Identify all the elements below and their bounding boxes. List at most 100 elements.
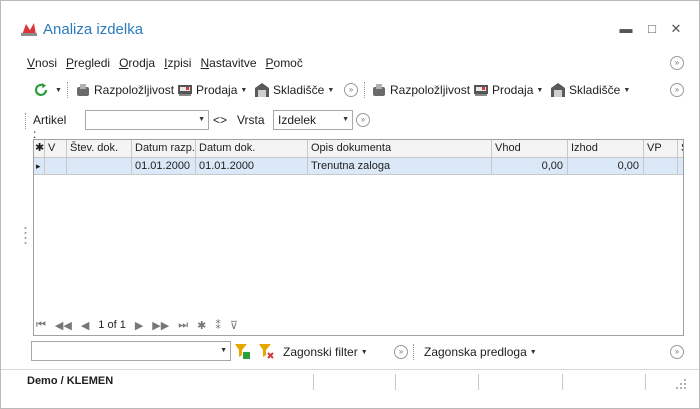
article-label: Artikel : <box>33 113 67 141</box>
chevron-down-icon: ▼ <box>360 348 368 356</box>
bottom-expand-icon[interactable]: » <box>394 345 408 359</box>
title-bar: Analiza izdelka ▬ □ ✕ <box>1 1 699 43</box>
menu-pomoc[interactable]: Pomoč <box>266 56 303 72</box>
append-icon[interactable]: ✱ <box>197 319 206 332</box>
toolbar-separator <box>67 82 68 98</box>
status-divider <box>478 374 479 390</box>
row-indicator: ▸ <box>34 158 45 175</box>
resize-grip-icon[interactable] <box>675 378 687 390</box>
warehouse-button-2[interactable]: Skladišče ▼ <box>550 80 630 100</box>
chevron-down-icon: ▼ <box>623 86 631 94</box>
app-logo-icon <box>21 23 37 36</box>
bottom-expand-icon-2[interactable]: » <box>670 345 684 359</box>
availability-button[interactable]: Razpoložljivost <box>75 80 174 100</box>
chevron-down-icon: ▼ <box>55 86 62 94</box>
apply-filter-icon[interactable] <box>234 343 250 359</box>
cell-doc-number <box>67 158 132 175</box>
column-header-v[interactable]: V <box>45 140 67 158</box>
chevron-down-icon: ▼ <box>342 116 349 123</box>
grid-header: ✱ V Štev. dok. Datum razp. Datum dok. Op… <box>34 140 683 158</box>
chevron-down-icon: ▼ <box>327 86 335 94</box>
menu-orodja[interactable]: Orodja <box>119 56 155 72</box>
cell-description: Trenutna zaloga <box>308 158 492 175</box>
chevron-down-icon: ▼ <box>198 116 205 123</box>
grid-navigator: ⏮ ◀◀ ◀ 1 of 1 ▶ ▶▶ ⏭ ✱ ⁑ ⊽ <box>36 318 247 332</box>
first-page-icon[interactable]: ⏮ <box>36 319 46 332</box>
close-button[interactable]: ✕ <box>668 21 684 37</box>
column-header-description[interactable]: Opis dokumenta <box>308 140 492 158</box>
warehouse-icon <box>255 83 269 97</box>
toolbar-expand-icon[interactable]: » <box>670 83 684 97</box>
toolbar-separator <box>413 344 414 360</box>
chevron-down-icon: ▼ <box>240 86 248 94</box>
chevron-down-icon: ▼ <box>536 86 544 94</box>
edit-icon[interactable]: ⁑ <box>215 319 221 332</box>
filter-combo[interactable]: ▼ <box>31 341 231 361</box>
template-filter-button[interactable]: Zagonski filter ▼ <box>283 342 368 362</box>
status-bar: Demo / KLEMEN <box>1 369 699 393</box>
column-header-date-available[interactable]: Datum razp. <box>132 140 196 158</box>
next-page-fast-icon[interactable]: ▶▶ <box>152 319 169 332</box>
compare-operator: <> <box>213 113 228 127</box>
page-indicator: 1 of 1 <box>98 319 126 331</box>
sales-button-2[interactable]: Prodaja ▼ <box>473 80 543 100</box>
next-page-icon[interactable]: ▶ <box>135 319 143 332</box>
menu-expand-icon[interactable]: » <box>670 56 684 70</box>
template-layout-button[interactable]: Zagonska predloga ▼ <box>424 342 537 362</box>
cell-in: 0,00 <box>492 158 568 175</box>
clear-filter-icon[interactable] <box>258 343 274 359</box>
cell-vp <box>644 158 678 175</box>
sales-button[interactable]: Prodaja ▼ <box>177 80 247 100</box>
chevron-down-icon: ▼ <box>220 347 227 354</box>
data-grid: ✱ V Štev. dok. Datum razp. Datum dok. Op… <box>33 139 684 336</box>
window-title: Analiza izdelka <box>43 21 144 38</box>
status-divider <box>645 374 646 390</box>
type-label: Vrsta <box>237 113 265 127</box>
cell-date-document: 01.01.2000 <box>196 158 308 175</box>
toolbar-expand-icon[interactable]: » <box>344 83 358 97</box>
status-divider <box>395 374 396 390</box>
column-header-doc-number[interactable]: Štev. dok. <box>67 140 132 158</box>
menu-izpisi[interactable]: Izpisi <box>164 56 191 72</box>
column-header-date-document[interactable]: Datum dok. <box>196 140 308 158</box>
table-row[interactable]: ▸ 01.01.2000 01.01.2000 Trenutna zaloga … <box>34 158 683 175</box>
status-divider <box>562 374 563 390</box>
status-divider <box>313 374 314 390</box>
refresh-button[interactable]: ▼ <box>33 80 62 100</box>
chevron-down-icon: ▼ <box>529 348 537 356</box>
hands-icon <box>77 84 89 96</box>
column-header-indicator[interactable]: ✱ <box>34 140 45 158</box>
analysis-window: Analiza izdelka ▬ □ ✕ Vnosi Pregledi Oro… <box>0 0 700 409</box>
warehouse-button[interactable]: Skladišče ▼ <box>254 80 334 100</box>
register-icon <box>474 85 488 96</box>
column-header-vp[interactable]: VP <box>644 140 678 158</box>
splitter-handle-icon[interactable] <box>24 226 27 244</box>
prev-page-fast-icon[interactable]: ◀◀ <box>55 319 72 332</box>
hands-icon <box>373 84 385 96</box>
toolbar-separator <box>25 113 26 129</box>
filter-expand-icon[interactable]: » <box>356 113 370 127</box>
toolbar-separator <box>364 82 365 98</box>
minimize-button[interactable]: ▬ <box>618 21 634 37</box>
register-icon <box>178 85 192 96</box>
menu-nastavitve[interactable]: Nastavitve <box>200 56 256 72</box>
menu-pregledi[interactable]: Pregledi <box>66 56 110 72</box>
status-user: Demo / KLEMEN <box>27 375 114 387</box>
menu-bar: Vnosi Pregledi Orodja Izpisi Nastavitve … <box>27 56 312 72</box>
article-combo[interactable]: ▼ <box>85 110 209 130</box>
filter-icon[interactable]: ⊽ <box>230 319 238 332</box>
warehouse-icon <box>551 83 565 97</box>
cell-out: 0,00 <box>568 158 644 175</box>
last-page-icon[interactable]: ⏭ <box>178 319 188 332</box>
refresh-icon <box>34 83 48 96</box>
maximize-button[interactable]: □ <box>644 21 660 37</box>
availability-button-2[interactable]: Razpoložljivost <box>371 80 470 100</box>
column-header-s[interactable]: S <box>678 140 683 158</box>
column-header-out[interactable]: Izhod <box>568 140 644 158</box>
column-header-in[interactable]: Vhod <box>492 140 568 158</box>
cell-date-available: 01.01.2000 <box>132 158 196 175</box>
prev-page-icon[interactable]: ◀ <box>81 319 89 332</box>
cell-v <box>45 158 67 175</box>
menu-vnosi[interactable]: Vnosi <box>27 56 57 72</box>
type-combo[interactable]: Izdelek ▼ <box>273 110 353 130</box>
